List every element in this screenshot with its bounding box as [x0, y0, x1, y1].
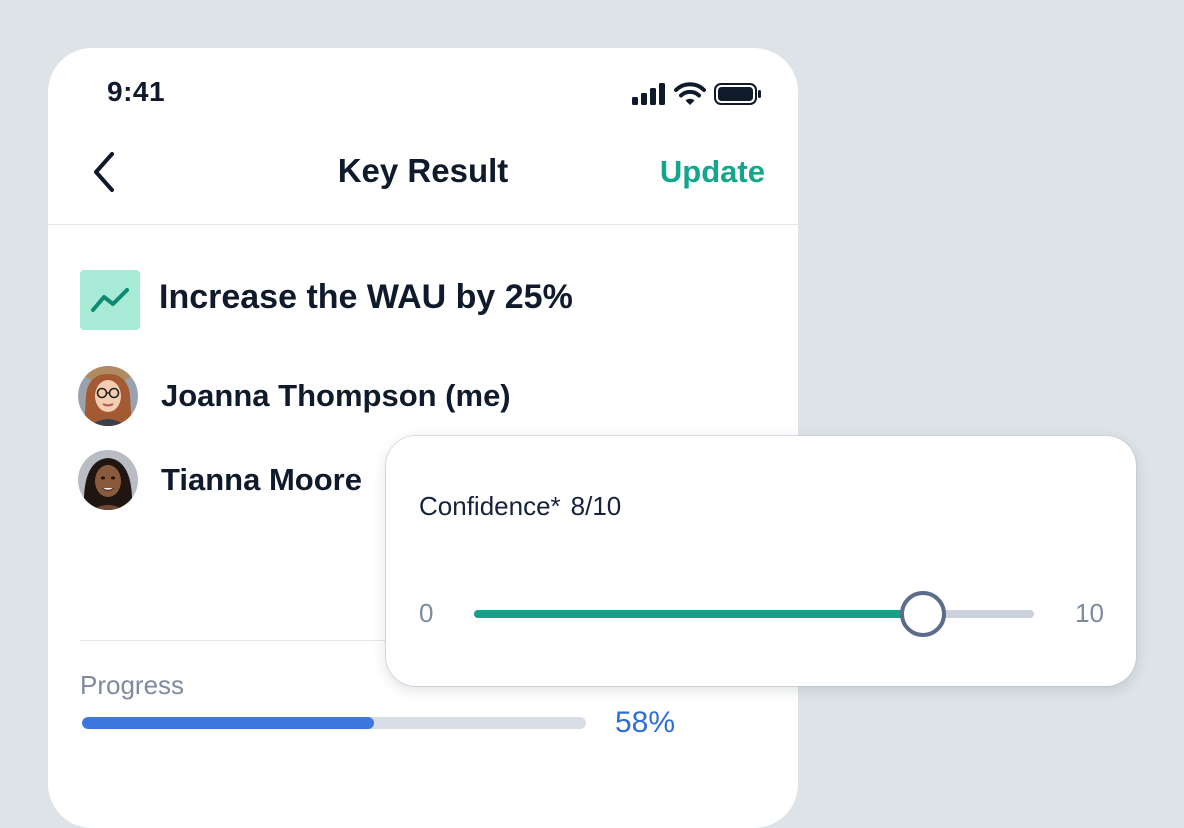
key-result-title: Increase the WAU by 25% [159, 278, 573, 316]
status-time: 9:41 [107, 76, 166, 107]
trend-line-icon [91, 288, 129, 312]
progress-bar-fill [82, 717, 375, 729]
slider-fill [474, 610, 922, 618]
key-result-icon-badge [80, 270, 140, 330]
owner-name: Joanna Thompson (me) [161, 378, 511, 413]
owner-row[interactable]: Joanna Thompson (me) [78, 366, 511, 426]
progress-percentage: 58% [615, 706, 676, 739]
progress-label: Progress [80, 670, 185, 700]
cellular-signal-icon [632, 83, 665, 105]
slider-max-label: 10 [1075, 598, 1104, 628]
confidence-value: 8/10 [570, 491, 622, 521]
owner-name: Tianna Moore [161, 462, 362, 497]
avatar [78, 366, 138, 426]
progress-bar [82, 717, 586, 729]
confidence-label: Confidence* 8/10 [419, 491, 621, 522]
avatar [78, 450, 138, 510]
slider-min-label: 0 [419, 598, 434, 628]
confidence-card: Confidence* 8/10 0 10 [386, 436, 1136, 686]
battery-icon [714, 83, 761, 105]
slider-thumb[interactable] [900, 591, 946, 637]
confidence-label-text: Confidence* [419, 491, 561, 521]
confidence-slider[interactable] [474, 591, 1034, 637]
update-button[interactable]: Update [660, 154, 765, 190]
wifi-icon [674, 82, 706, 105]
owner-row[interactable]: Tianna Moore [78, 450, 362, 510]
header-divider [48, 224, 798, 225]
status-icons [632, 82, 762, 106]
